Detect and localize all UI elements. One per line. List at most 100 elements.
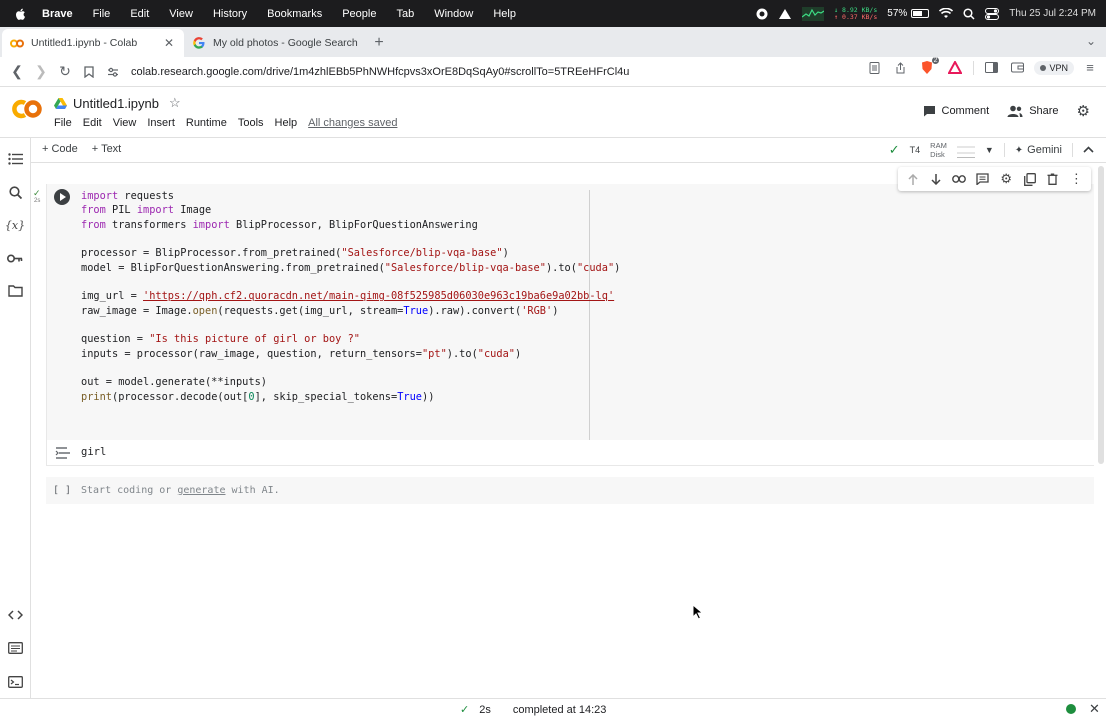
empty-cell-placeholder[interactable]: Start coding or generate with AI. <box>81 485 280 496</box>
code-line[interactable]: out = model.generate(**inputs) <box>81 375 620 389</box>
notebook-scrollbar[interactable] <box>1097 164 1105 464</box>
resource-monitor[interactable]: RAM Disk <box>930 141 947 159</box>
add-text-cell-button[interactable]: + Text <box>92 143 121 155</box>
bookmark-icon[interactable] <box>77 60 101 84</box>
nb-menu-tools[interactable]: Tools <box>238 117 264 129</box>
reader-mode-icon[interactable] <box>865 61 883 74</box>
code-line[interactable] <box>81 232 620 246</box>
menu-clock[interactable]: Thu 25 Jul 2:24 PM <box>1009 8 1096 19</box>
nb-menu-file[interactable]: File <box>54 117 72 129</box>
site-settings-icon[interactable] <box>101 60 125 84</box>
settings-gear-icon[interactable]: ⚙ <box>1077 102 1090 120</box>
terminal-icon[interactable] <box>6 673 24 691</box>
colab-logo-icon[interactable] <box>10 98 44 120</box>
add-code-cell-button[interactable]: + Code <box>42 143 78 155</box>
star-icon[interactable]: ☆ <box>169 95 181 111</box>
code-line[interactable]: from PIL import Image <box>81 203 620 217</box>
new-tab-button[interactable]: + <box>366 29 392 57</box>
code-line[interactable]: processor = BlipProcessor.from_pretraine… <box>81 246 620 260</box>
tab-search-chevron-icon[interactable]: ⌄ <box>1086 34 1096 48</box>
brave-shields-icon[interactable]: 2 <box>917 57 940 75</box>
vpn-button[interactable]: VPN <box>1034 60 1074 75</box>
code-line[interactable] <box>81 361 620 375</box>
generate-link[interactable]: generate <box>177 485 225 496</box>
wifi-icon[interactable] <box>939 8 954 19</box>
close-status-icon[interactable]: ✕ <box>1089 701 1100 717</box>
menu-history[interactable]: History <box>203 8 257 20</box>
code-line[interactable]: import requests <box>81 189 620 203</box>
code-line[interactable]: inputs = processor(raw_image, question, … <box>81 347 620 361</box>
code-snippets-icon[interactable] <box>6 606 24 624</box>
code-editor[interactable]: import requests from PIL import Image from… <box>81 189 620 404</box>
brave-rewards-icon[interactable] <box>945 61 965 74</box>
nb-menu-insert[interactable]: Insert <box>147 117 175 129</box>
nb-menu-edit[interactable]: Edit <box>83 117 102 129</box>
code-line[interactable]: from transformers import BlipProcessor, … <box>81 218 620 232</box>
menu-people[interactable]: People <box>332 8 386 20</box>
table-of-contents-icon[interactable] <box>6 150 24 168</box>
cell-settings-gear-icon[interactable]: ⚙ <box>998 171 1014 187</box>
more-options-icon[interactable]: ⋮ <box>1068 171 1084 187</box>
files-folder-icon[interactable] <box>6 282 24 300</box>
nb-menu-view[interactable]: View <box>113 117 137 129</box>
delete-trash-icon[interactable] <box>1045 171 1061 187</box>
scrollbar-thumb[interactable] <box>1098 166 1104 464</box>
apple-icon[interactable] <box>14 7 28 21</box>
reload-icon[interactable]: ↻ <box>53 60 77 84</box>
code-line[interactable]: img_url = 'https://qph.cf2.quoracdn.net/… <box>81 289 620 303</box>
nb-menu-runtime[interactable]: Runtime <box>186 117 227 129</box>
menu-file[interactable]: File <box>83 8 121 20</box>
nb-menu-help[interactable]: Help <box>275 117 298 129</box>
control-center-icon[interactable] <box>985 7 1000 20</box>
menu-app-brave[interactable]: Brave <box>38 8 83 20</box>
add-comment-icon[interactable] <box>975 171 991 187</box>
variables-icon[interactable]: {x} <box>5 216 25 234</box>
output-toggle-icon[interactable] <box>55 446 71 460</box>
runtime-connected-dot-icon[interactable] <box>1066 704 1076 714</box>
code-line[interactable]: raw_image = Image.open(requests.get(img_… <box>81 304 620 318</box>
comment-button[interactable]: Comment <box>923 105 989 117</box>
wallet-icon[interactable] <box>1008 62 1026 73</box>
battery-status[interactable]: 57% <box>887 8 930 19</box>
browser-menu-icon[interactable]: ≡ <box>1082 60 1098 75</box>
empty-code-cell[interactable]: [ ] Start coding or generate with AI. <box>46 477 1094 504</box>
save-status[interactable]: All changes saved <box>308 117 397 129</box>
upload-person-icon[interactable] <box>778 8 792 20</box>
secrets-key-icon[interactable] <box>6 249 24 267</box>
spotlight-search-icon[interactable] <box>963 7 975 20</box>
command-palette-icon[interactable] <box>6 639 24 657</box>
tab-google-search[interactable]: My old photos - Google Search <box>184 29 366 57</box>
back-arrow-icon[interactable]: ❮ <box>5 60 29 84</box>
collapse-header-chevron-up-icon[interactable] <box>1083 144 1094 156</box>
url-text[interactable]: colab.research.google.com/drive/1m4zhlEB… <box>131 66 629 78</box>
empty-cell-run-bracket[interactable]: [ ] <box>53 485 71 496</box>
execution-status[interactable]: ✓ 2s completed at 14:23 <box>460 703 606 717</box>
mirror-cell-icon[interactable] <box>1022 171 1038 187</box>
menu-edit[interactable]: Edit <box>120 8 159 20</box>
code-line[interactable] <box>81 318 620 332</box>
menu-window[interactable]: Window <box>424 8 483 20</box>
run-cell-button[interactable] <box>54 189 70 205</box>
menu-view[interactable]: View <box>159 8 203 20</box>
notebook-title[interactable]: Untitled1.ipynb <box>73 96 159 111</box>
share-button[interactable]: Share <box>1007 105 1059 117</box>
google-drive-icon[interactable] <box>54 97 67 109</box>
code-line[interactable]: model = BlipForQuestionAnswering.from_pr… <box>81 261 620 275</box>
record-icon[interactable] <box>756 8 768 20</box>
code-line[interactable]: question = "Is this picture of girl or b… <box>81 332 620 346</box>
code-line[interactable]: print(processor.decode(out[0], skip_spec… <box>81 390 620 404</box>
sidebar-toggle-icon[interactable] <box>982 62 1000 73</box>
link-icon[interactable] <box>951 171 967 187</box>
search-icon[interactable] <box>6 183 24 201</box>
tab-colab[interactable]: Untitled1.ipynb - Colab ✕ <box>2 29 184 57</box>
move-cell-down-arrow-icon[interactable] <box>928 171 944 187</box>
menu-tab[interactable]: Tab <box>386 8 424 20</box>
gemini-button[interactable]: ✦ Gemini <box>1015 144 1062 156</box>
menu-help[interactable]: Help <box>483 8 526 20</box>
menu-bookmarks[interactable]: Bookmarks <box>257 8 332 20</box>
move-cell-up-arrow-icon[interactable] <box>905 171 921 187</box>
share-page-icon[interactable] <box>891 61 909 74</box>
activity-graph-icon[interactable] <box>802 6 825 21</box>
forward-arrow-icon[interactable]: ❯ <box>29 60 53 84</box>
runtime-dropdown-icon[interactable]: ▼ <box>985 145 994 155</box>
